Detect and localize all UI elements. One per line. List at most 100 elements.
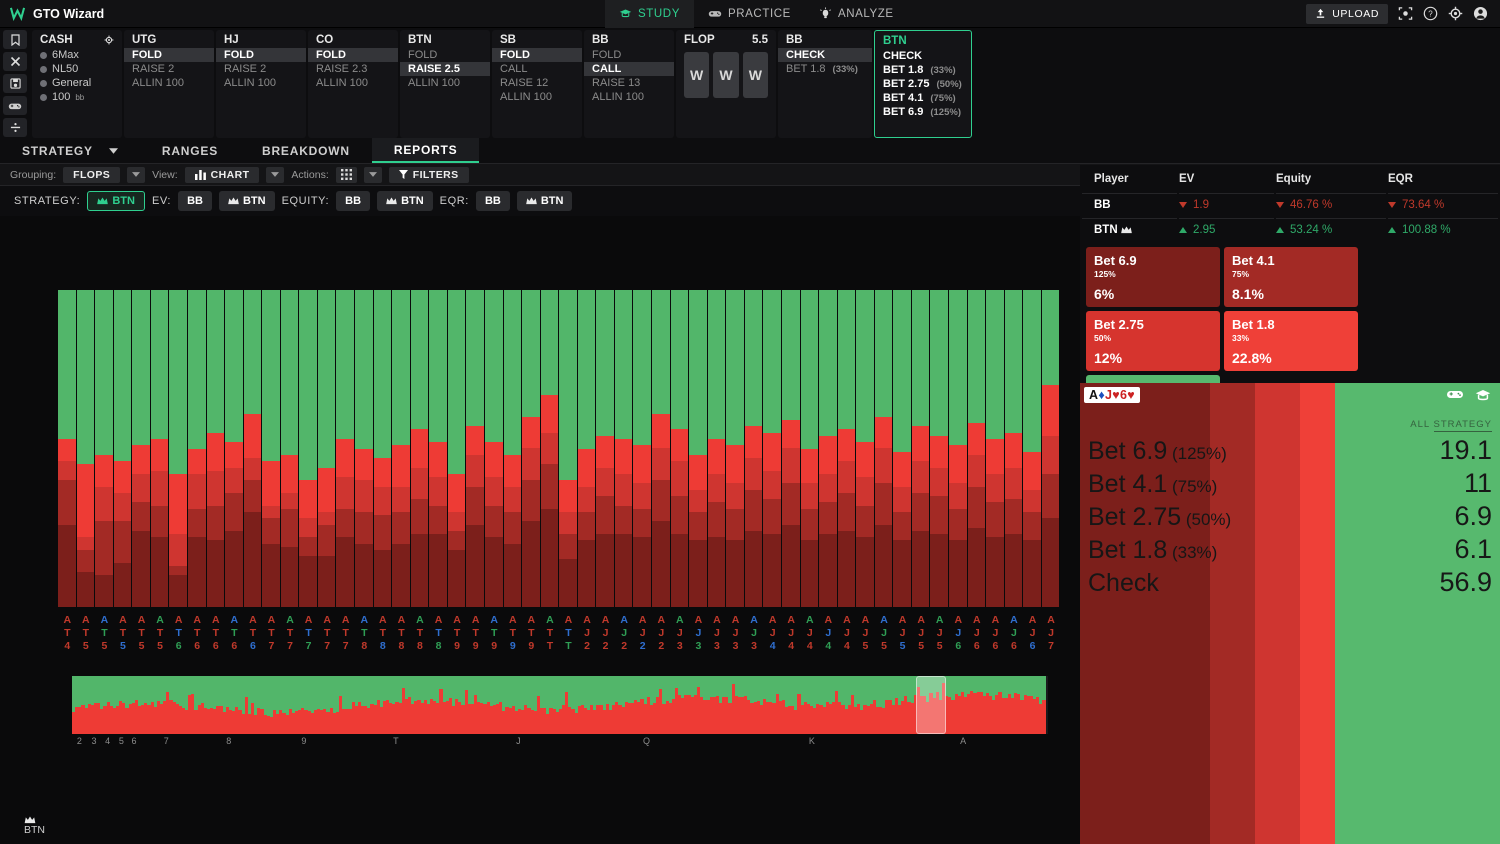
x-axis-tick[interactable]: AT8 xyxy=(374,612,393,654)
chart-bar[interactable] xyxy=(930,290,949,607)
chart-bar[interactable] xyxy=(596,290,615,607)
x-axis-tick[interactable]: AT7 xyxy=(281,612,300,654)
chart-bar[interactable] xyxy=(447,290,467,607)
chart-bar[interactable] xyxy=(633,290,652,607)
x-axis-tick[interactable]: AT6 xyxy=(244,612,263,654)
x-axis-tick[interactable]: AT7 xyxy=(336,612,355,654)
flop-card[interactable]: W xyxy=(742,52,768,98)
chart-bar[interactable] xyxy=(76,290,96,607)
x-axis-tick[interactable]: AJ6 xyxy=(968,612,987,654)
chart-bar[interactable] xyxy=(132,290,151,607)
x-axis-tick[interactable]: AT6 xyxy=(169,612,188,654)
action-row[interactable]: FOLD xyxy=(584,48,674,62)
gamepad-icon[interactable] xyxy=(1446,388,1464,402)
chart-bar[interactable] xyxy=(58,290,77,607)
action-row[interactable]: BET 4.1 (75%) xyxy=(875,91,971,105)
chart-bar[interactable] xyxy=(299,290,318,607)
x-axis-tick[interactable]: ATT xyxy=(541,612,560,654)
x-axis-tick[interactable]: ATT xyxy=(559,612,578,654)
actions-grid-button[interactable] xyxy=(335,166,357,183)
x-axis-tick[interactable]: AT5 xyxy=(95,612,114,654)
chart-bar[interactable] xyxy=(206,290,226,607)
x-axis-tick[interactable]: AJ6 xyxy=(986,612,1005,654)
chart-bar[interactable] xyxy=(559,290,578,607)
x-axis-tick[interactable]: AT8 xyxy=(429,612,448,654)
x-axis-tick[interactable]: AT8 xyxy=(392,612,411,654)
chart-bar[interactable] xyxy=(280,290,300,607)
table-row[interactable]: BTN 2.95 53.24 % 100.88 % xyxy=(1082,218,1498,241)
x-axis-tick[interactable]: AT6 xyxy=(225,612,244,654)
chart-bar[interactable] xyxy=(355,290,374,607)
action-row[interactable]: RAISE 2 xyxy=(124,62,214,76)
table-row[interactable]: BB 1.9 46.76 % 73.64 % xyxy=(1082,193,1498,216)
bookmark-icon[interactable] xyxy=(3,30,27,49)
brand[interactable]: GTO Wizard xyxy=(0,6,300,21)
x-axis-tick[interactable]: AT9 xyxy=(504,612,523,654)
chart-bar[interactable] xyxy=(577,290,597,607)
action-row[interactable]: FOLD xyxy=(216,48,306,62)
chart-bar[interactable] xyxy=(429,290,448,607)
chart-bar[interactable] xyxy=(670,290,690,607)
x-axis-tick[interactable]: AJ3 xyxy=(671,612,690,654)
x-axis-tick[interactable]: AT7 xyxy=(262,612,281,654)
x-axis-tick[interactable]: AJ4 xyxy=(782,612,801,654)
x-axis-tick[interactable]: AJ4 xyxy=(819,612,838,654)
action-row[interactable]: ALLIN 100 xyxy=(308,76,398,90)
grouping-caret[interactable] xyxy=(127,166,146,183)
nav-tab-study[interactable]: STUDY xyxy=(605,0,694,28)
x-axis-tick[interactable]: AT5 xyxy=(77,612,96,654)
chart-bar[interactable] xyxy=(707,290,727,607)
scan-icon[interactable] xyxy=(1397,6,1413,22)
x-axis-tick[interactable]: AJ2 xyxy=(578,612,597,654)
actions-caret[interactable] xyxy=(363,166,382,183)
chart-bar[interactable] xyxy=(763,290,782,607)
action-node-bb-pre[interactable]: BB FOLD CALL RAISE 13 ALLIN 100 xyxy=(584,30,674,138)
close-icon[interactable] xyxy=(3,52,27,71)
chart-bar[interactable] xyxy=(484,290,504,607)
action-row[interactable]: RAISE 12 xyxy=(492,76,582,90)
action-card-bet-4-1[interactable]: Bet 4.1 75% 8.1% xyxy=(1224,247,1358,307)
minimap-viewport-window[interactable] xyxy=(916,676,947,734)
flop-node-btn[interactable]: BTN CHECK BET 1.8 (33%) BET 2.75 (50%) B… xyxy=(874,30,972,138)
flop-node-bb[interactable]: BB CHECK BET 1.8 (33%) xyxy=(778,30,872,138)
action-row[interactable]: BET 1.8 (33%) xyxy=(778,62,872,76)
x-axis-tick[interactable]: AT7 xyxy=(318,612,337,654)
chart-bar[interactable] xyxy=(317,290,337,607)
chevron-down-icon[interactable] xyxy=(108,147,118,154)
flop-card[interactable]: W xyxy=(684,52,710,98)
x-axis-tick[interactable]: AJ6 xyxy=(949,612,968,654)
flop-card[interactable]: W xyxy=(713,52,739,98)
nav-tab-practice[interactable]: PRACTICE xyxy=(694,0,805,28)
gear-icon[interactable] xyxy=(104,35,114,45)
chart-bar[interactable] xyxy=(949,290,968,607)
action-row[interactable]: FOLD xyxy=(308,48,398,62)
x-axis-tick[interactable]: AT5 xyxy=(114,612,133,654)
x-axis-tick[interactable]: AT8 xyxy=(355,612,374,654)
x-axis-tick[interactable]: AJ4 xyxy=(763,612,782,654)
chart-bar[interactable] xyxy=(540,290,560,607)
ev-bb-toggle[interactable]: BB xyxy=(178,191,212,211)
chart-bar[interactable] xyxy=(781,290,801,607)
action-row[interactable]: BET 6.9 (125%) xyxy=(875,105,971,119)
action-row[interactable]: FOLD xyxy=(492,48,582,62)
x-axis-tick[interactable]: AT5 xyxy=(151,612,170,654)
action-row[interactable]: ALLIN 100 xyxy=(124,76,214,90)
ev-btn-toggle[interactable]: BTN xyxy=(218,191,275,211)
chart-bar[interactable] xyxy=(856,290,875,607)
x-axis-tick[interactable]: AT9 xyxy=(466,612,485,654)
chart-bar[interactable] xyxy=(262,290,281,607)
grouping-select[interactable]: FLOPS xyxy=(63,166,121,183)
tab-strategy[interactable]: STRATEGY xyxy=(0,138,140,163)
chart-bar[interactable] xyxy=(522,290,541,607)
action-row[interactable]: ALLIN 100 xyxy=(400,76,490,90)
action-row[interactable]: ALLIN 100 xyxy=(584,90,674,104)
chart-bar[interactable] xyxy=(726,290,745,607)
chart-bar[interactable] xyxy=(819,290,838,607)
chart-bar[interactable] xyxy=(614,290,634,607)
action-row[interactable]: RAISE 13 xyxy=(584,76,674,90)
action-card-bet-6-9[interactable]: Bet 6.9 125% 6% xyxy=(1086,247,1220,307)
x-axis-tick[interactable]: AT4 xyxy=(58,612,77,654)
chart-bar[interactable] xyxy=(95,290,114,607)
eqr-btn-toggle[interactable]: BTN xyxy=(516,191,573,211)
chart-bar[interactable] xyxy=(410,290,430,607)
